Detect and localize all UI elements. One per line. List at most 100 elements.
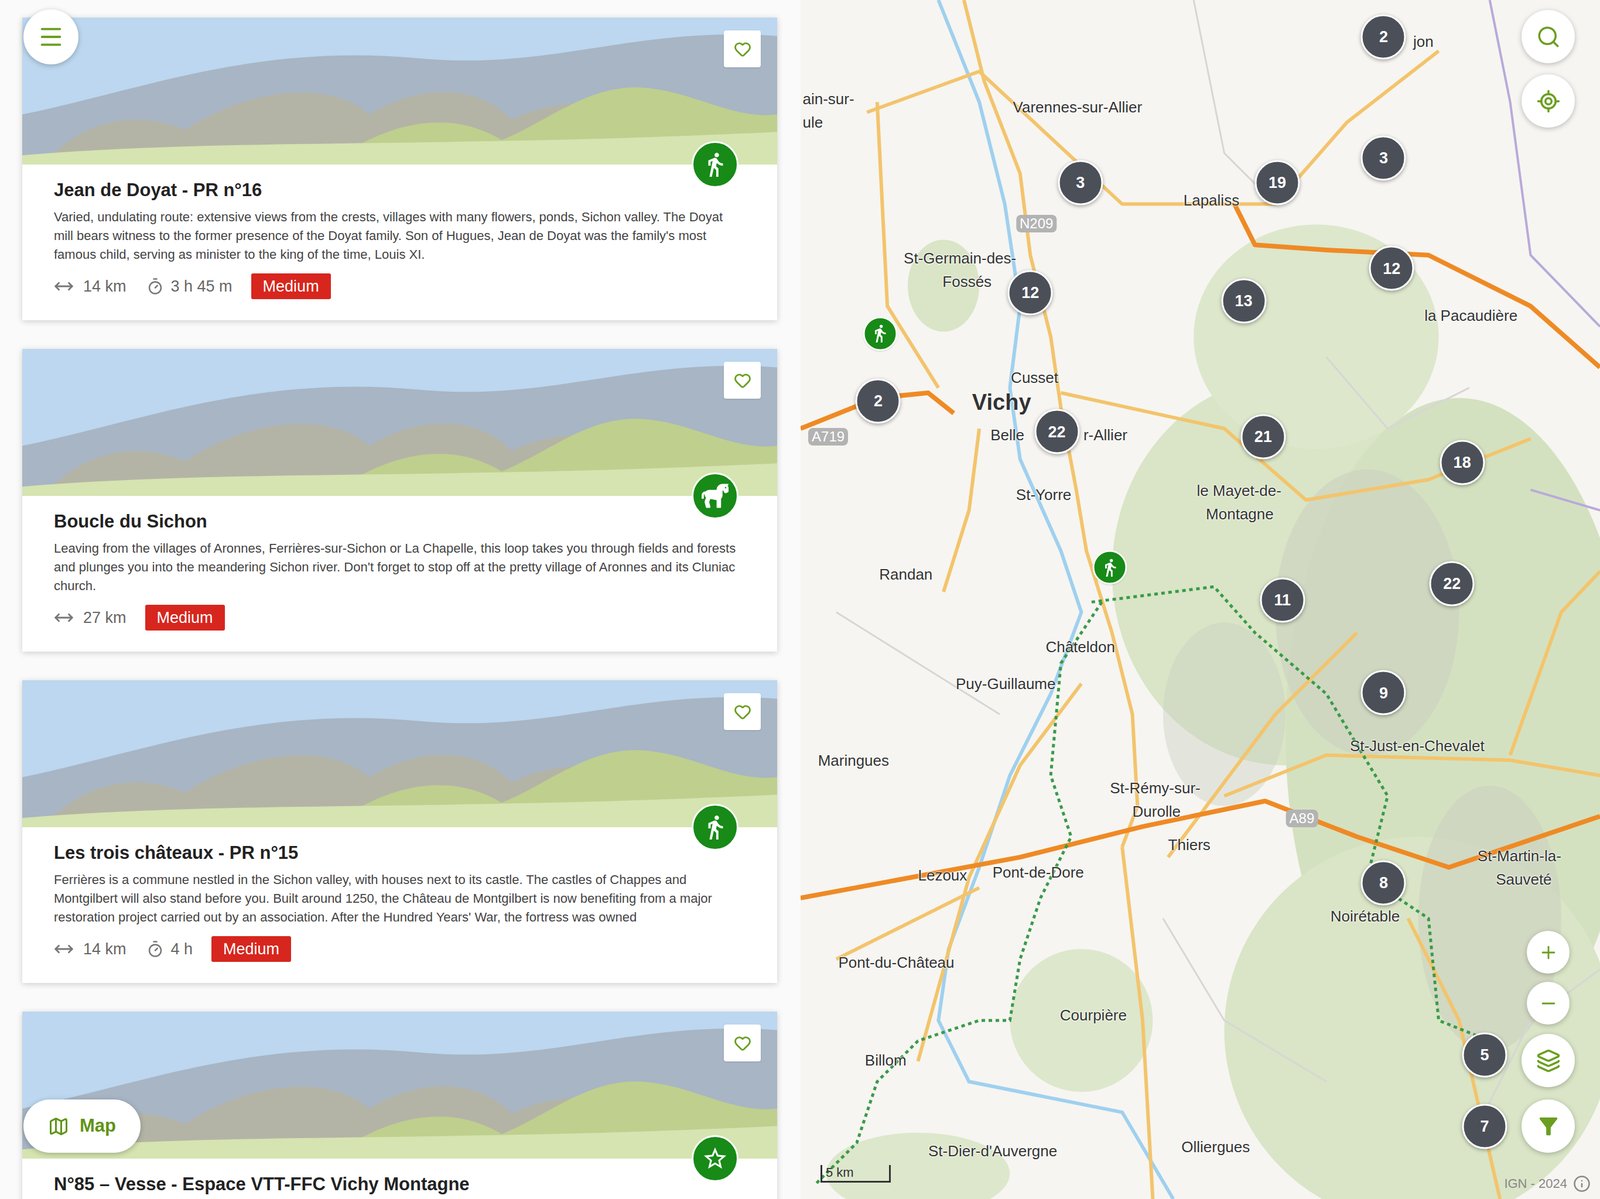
cluster-marker[interactable]: 12: [1007, 270, 1054, 316]
zoom-out-button[interactable]: [1526, 982, 1570, 1025]
card-image: [22, 349, 778, 497]
place-label: St-Dier-d'Auvergne: [928, 1140, 1058, 1164]
place-label: Noirétable: [1330, 905, 1401, 929]
distance: 14 km: [83, 274, 127, 299]
star-icon: [701, 1145, 729, 1173]
filter-icon: [1534, 1113, 1562, 1141]
place-label: le Mayet-de-: [1196, 479, 1282, 503]
card-title[interactable]: Les trois châteaux - PR n°15: [53, 841, 746, 866]
place-label: St-Martin-la-: [1477, 845, 1562, 868]
difficulty-badge: Medium: [251, 273, 331, 300]
hiking-icon: [701, 151, 729, 179]
cluster-marker[interactable]: 3: [1057, 159, 1103, 205]
card-image: [22, 680, 778, 828]
card-title[interactable]: Jean de Doyat - PR n°16: [53, 178, 746, 203]
app: Jean de Doyat - PR n°16 Varied, undulatin…: [0, 0, 1600, 1199]
attribution: IGN - 2024: [1503, 1174, 1591, 1194]
trail-card[interactable]: Jean de Doyat - PR n°16 Varied, undulatin…: [22, 17, 778, 321]
place-label: la Pacaudière: [1424, 303, 1518, 327]
activity-badge: [691, 472, 739, 520]
place-label: Durolle: [1132, 800, 1181, 823]
cluster-marker[interactable]: 7: [1462, 1104, 1508, 1150]
search-button[interactable]: [1521, 9, 1575, 64]
place-label: Pont-de-Dore: [992, 861, 1085, 885]
trail-list-panel: Jean de Doyat - PR n°16 Varied, undulatin…: [0, 0, 801, 1199]
favorite-button[interactable]: [723, 1024, 761, 1062]
place-label: St-Just-en-Chevalet: [1349, 734, 1485, 758]
card-description: Varied, undulating route: extensive view…: [53, 207, 746, 265]
card-title[interactable]: Boucle du Sichon: [53, 510, 746, 534]
place-label: Thiers: [1168, 833, 1211, 857]
distance: 27 km: [83, 606, 127, 631]
map-button[interactable]: Map: [23, 1099, 141, 1154]
cluster-marker[interactable]: 22: [1429, 561, 1475, 607]
favorite-button[interactable]: [723, 361, 761, 399]
heart-icon: [733, 40, 752, 58]
cluster-marker[interactable]: 3: [1361, 135, 1407, 181]
cluster-marker[interactable]: 19: [1255, 159, 1301, 205]
cluster-marker[interactable]: 2: [1361, 14, 1407, 60]
card-image: [22, 17, 778, 165]
place-label: r-Allier: [1083, 423, 1128, 447]
cluster-marker[interactable]: 5: [1462, 1033, 1508, 1079]
layers-button[interactable]: [1521, 1034, 1575, 1088]
heart-icon: [733, 703, 752, 721]
hamburger-icon: [37, 23, 65, 51]
trail-pin[interactable]: [1092, 550, 1128, 586]
trail-pin[interactable]: [862, 316, 898, 351]
activity-badge: [691, 1135, 739, 1183]
cluster-marker[interactable]: 9: [1361, 670, 1407, 716]
trail-card[interactable]: Les trois châteaux - PR n°15 Ferrières is…: [22, 680, 778, 984]
card-description: Ferrières is a commune nestled in the Si…: [53, 870, 746, 928]
favorite-button[interactable]: [723, 693, 761, 731]
difficulty-badge: Medium: [211, 936, 292, 963]
place-label: Olliergues: [1181, 1136, 1250, 1160]
duration: 3 h 45 m: [171, 274, 233, 299]
place-label: Courpière: [1060, 1004, 1127, 1028]
minus-icon: [1538, 993, 1559, 1014]
cluster-marker[interactable]: 8: [1361, 860, 1407, 906]
map[interactable]: N209A719A89ain-sur-uleVarennes-sur-Allie…: [800, 0, 1600, 1199]
place-label: Puy-Guillaume: [955, 672, 1056, 696]
road-label: N209: [1016, 214, 1057, 233]
cluster-marker[interactable]: 12: [1369, 245, 1415, 292]
scale-bar: 5 km: [820, 1165, 891, 1184]
place-label: ule: [802, 111, 823, 135]
trail-card[interactable]: Boucle du SichonLeaving from the village…: [22, 349, 778, 652]
card-title[interactable]: N°85 – Vesse - Espace VTT-FFC Vichy Mont…: [53, 1173, 746, 1197]
filter-button[interactable]: [1521, 1099, 1575, 1154]
hiking-icon: [870, 323, 891, 344]
card-meta: 27 km Medium: [53, 604, 746, 631]
heart-icon: [733, 1034, 752, 1053]
road-label: A89: [1286, 809, 1319, 828]
locate-icon: [1536, 89, 1561, 114]
locate-button[interactable]: [1521, 74, 1575, 128]
distance: 14 km: [83, 937, 127, 962]
place-label: Montagne: [1205, 503, 1274, 526]
place-label: Fossés: [942, 270, 992, 294]
favorite-button[interactable]: [723, 30, 761, 68]
cluster-marker[interactable]: 2: [855, 378, 901, 424]
trail-card[interactable]: N°85 – Vesse - Espace VTT-FFC Vichy Mont…: [22, 1012, 778, 1199]
info-icon[interactable]: [1573, 1175, 1591, 1193]
place-label: Lapaliss: [1183, 188, 1240, 212]
distance-icon: [53, 939, 74, 960]
cluster-marker[interactable]: 21: [1240, 414, 1286, 460]
activity-badge: [691, 804, 739, 851]
place-label: Lezoux: [917, 864, 967, 888]
difficulty-badge: Medium: [145, 604, 225, 631]
activity-badge: [691, 141, 739, 188]
place-label: St-Yorre: [1016, 483, 1072, 507]
zoom-in-button[interactable]: [1526, 931, 1570, 974]
cluster-marker[interactable]: 22: [1034, 409, 1080, 455]
cluster-marker[interactable]: 13: [1221, 278, 1267, 324]
cluster-marker[interactable]: 11: [1259, 577, 1305, 623]
hiking-icon: [1099, 557, 1120, 578]
place-label: Maringues: [818, 749, 890, 772]
menu-button[interactable]: [23, 9, 79, 65]
cluster-marker[interactable]: 18: [1439, 439, 1485, 485]
card-meta: 14 km 3 h 45 m Medium: [53, 273, 746, 300]
map-base: [800, 0, 1600, 1199]
place-label: Vichy: [972, 385, 1032, 419]
distance-icon: [53, 276, 74, 297]
